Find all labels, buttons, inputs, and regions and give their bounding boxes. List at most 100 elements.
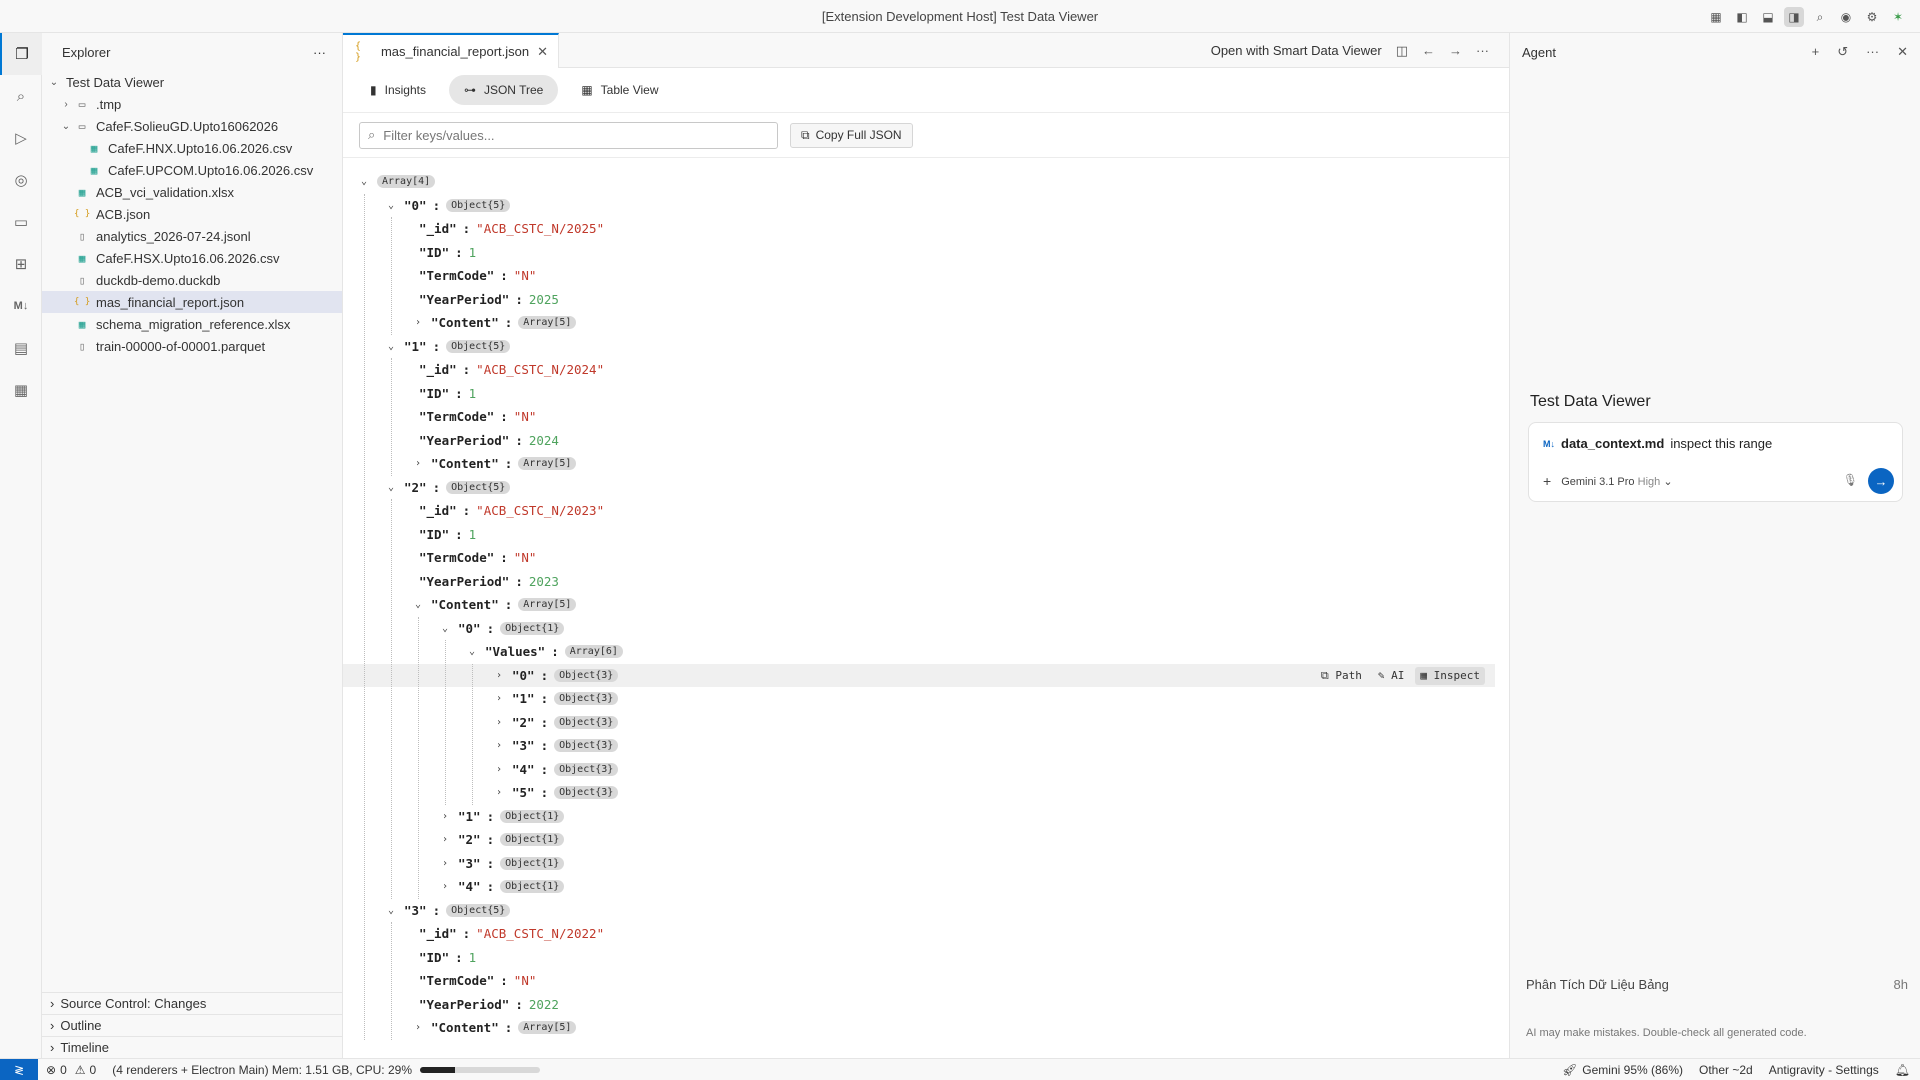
panel-bottom-icon[interactable]: ⬓	[1758, 7, 1778, 27]
chevron-right-icon[interactable]: ›	[492, 693, 506, 704]
markdown-icon[interactable]: M↓	[0, 285, 42, 327]
search-icon[interactable]: ⌕	[0, 75, 42, 117]
tree-file[interactable]: { } mas_financial_report.json	[42, 291, 342, 313]
tab-insights[interactable]: ▮ Insights	[355, 75, 441, 105]
chevron-down-icon[interactable]: ⌄	[384, 482, 398, 493]
more-actions-icon[interactable]: ···	[1476, 43, 1489, 58]
json-tree-row[interactable]: › "4": Object{1}	[343, 875, 1509, 899]
chevron-down-icon[interactable]: ⌄	[384, 200, 398, 211]
arrow-right-icon[interactable]: →	[1449, 43, 1462, 58]
tab-mas-financial-report[interactable]: { } mas_financial_report.json ✕	[343, 33, 559, 68]
json-tree-row[interactable]: ⌄ "3": Object{5}	[343, 899, 1509, 923]
chevron-right-icon[interactable]: ›	[411, 1022, 425, 1033]
layout-icon[interactable]: ▦	[1706, 7, 1726, 27]
json-tree-row[interactable]: › "2": Object{1}	[343, 828, 1509, 852]
json-tree-row[interactable]: ⌄ Array[4]	[343, 170, 1509, 194]
files-icon[interactable]: ❐	[0, 33, 42, 75]
remote-explorer-icon[interactable]: ▭	[0, 201, 42, 243]
tree-file[interactable]: ▦ CafeF.HNX.Upto16.06.2026.csv	[42, 137, 342, 159]
history-item[interactable]: Phân Tích Dữ Liệu Bảng 8h	[1526, 977, 1908, 992]
gemini-quota[interactable]: 🚀︎ Gemini 95% (86%)	[1562, 1063, 1683, 1077]
section-timeline[interactable]: › Timeline	[42, 1036, 342, 1058]
json-tree-row[interactable]: ⌄ "Values": Array[6]	[343, 640, 1509, 664]
open-with-smart-viewer[interactable]: Open with Smart Data Viewer	[1211, 43, 1382, 58]
chevron-right-icon[interactable]: ›	[492, 670, 506, 681]
section-source-control-changes[interactable]: › Source Control: Changes	[42, 992, 342, 1014]
plus-icon[interactable]: +	[1543, 473, 1551, 489]
json-tree-row[interactable]: › "Content": Array[5]	[343, 1016, 1509, 1040]
json-tree-row[interactable]: › "3": Object{1}	[343, 852, 1509, 876]
context-file-chip[interactable]: data_context.md	[1561, 436, 1664, 451]
settings-link[interactable]: Antigravity - Settings	[1769, 1063, 1879, 1077]
json-tree-row[interactable]: ⌄ "Content": Array[5]	[343, 593, 1509, 617]
bell-icon[interactable]: 🔔︎	[1895, 1063, 1910, 1077]
json-tree-row[interactable]: › "5": Object{3}	[343, 781, 1509, 805]
tab-table-view[interactable]: ▦ Table View	[566, 75, 673, 105]
tree-folder[interactable]: › ▭ .tmp	[42, 93, 342, 115]
more-actions-icon[interactable]: ···	[1866, 44, 1879, 60]
remote-indicator-icon[interactable]: ≷	[0, 1058, 38, 1080]
gear-icon[interactable]: ⚙	[1862, 7, 1882, 27]
send-button[interactable]: →	[1868, 468, 1894, 494]
copy-path-button[interactable]: ⧉ Path	[1316, 667, 1367, 685]
json-tree-row[interactable]: › "3": Object{3}	[343, 734, 1509, 758]
json-tree-row[interactable]: ⌄ "0": Object{5}	[343, 194, 1509, 218]
json-tree-row[interactable]: › "Content": Array[5]	[343, 311, 1509, 335]
split-editor-icon[interactable]: ◫	[1396, 43, 1408, 59]
section-outline[interactable]: › Outline	[42, 1014, 342, 1036]
chevron-right-icon[interactable]: ›	[438, 881, 452, 892]
chevron-down-icon[interactable]: ⌄	[357, 176, 371, 187]
more-actions-icon[interactable]: ···	[313, 45, 326, 60]
chevron-right-icon[interactable]: ›	[492, 787, 506, 798]
table-icon[interactable]: ▦	[0, 369, 42, 411]
microphone-icon[interactable]: 🎙︎	[1843, 473, 1858, 487]
sidebar-right-icon[interactable]: ◨	[1784, 7, 1804, 27]
tab-json-tree[interactable]: ⊶ JSON Tree	[448, 75, 559, 105]
sidebar-left-icon[interactable]: ◧	[1732, 7, 1752, 27]
chevron-down-icon[interactable]: ⌄	[438, 623, 452, 634]
tree-folder[interactable]: ⌄ ▭ CafeF.SolieuGD.Upto16062026	[42, 115, 342, 137]
filter-input[interactable]: ⌕ Filter keys/values...	[359, 121, 778, 149]
tree-file[interactable]: ▦ CafeF.HSX.Upto16.06.2026.csv	[42, 247, 342, 269]
remote-icon[interactable]: ◎	[0, 159, 42, 201]
chevron-right-icon[interactable]: ›	[438, 811, 452, 822]
json-tree-row[interactable]: › "1": Object{3}	[343, 687, 1509, 711]
tree-root[interactable]: ⌄ Test Data Viewer	[42, 71, 342, 93]
chevron-down-icon[interactable]: ⌄	[411, 599, 425, 610]
chevron-right-icon[interactable]: ›	[411, 317, 425, 328]
problems-indicator[interactable]: ⊗ 0 ⚠ 0	[46, 1063, 96, 1077]
close-icon[interactable]: ✕	[537, 44, 548, 60]
json-tree-row[interactable]: ⌄ "0": Object{1}	[343, 617, 1509, 641]
tree-file[interactable]: ▯ analytics_2026-07-24.jsonl	[42, 225, 342, 247]
ai-button[interactable]: ✎ AI	[1373, 667, 1410, 685]
agent-input-box[interactable]: M↓ data_context.md inspect this range + …	[1528, 422, 1903, 502]
book-icon[interactable]: ▤	[0, 327, 42, 369]
tree-file[interactable]: ▯ duckdb-demo.duckdb	[42, 269, 342, 291]
agent-icon[interactable]: ✶	[1888, 7, 1908, 27]
copy-full-json-button[interactable]: ⧉ Copy Full JSON	[790, 122, 913, 148]
json-tree-row[interactable]: ⌄ "2": Object{5}	[343, 476, 1509, 500]
inspect-button[interactable]: ▦ Inspect	[1415, 666, 1485, 685]
json-tree-row[interactable]: › "Content": Array[5]	[343, 452, 1509, 476]
arrow-left-icon[interactable]: ←	[1422, 43, 1435, 58]
run-debug-icon[interactable]: ▷	[0, 117, 42, 159]
prompt-text[interactable]: inspect this range	[1670, 436, 1772, 451]
chevron-right-icon[interactable]: ›	[438, 858, 452, 869]
json-tree-row[interactable]: › "4": Object{3}	[343, 758, 1509, 782]
json-tree-row[interactable]: › "2": Object{3}	[343, 711, 1509, 735]
chevron-down-icon[interactable]: ⌄	[384, 341, 398, 352]
chevron-right-icon[interactable]: ›	[492, 764, 506, 775]
chevron-right-icon[interactable]: ›	[492, 717, 506, 728]
extensions-icon[interactable]: ⊞	[0, 243, 42, 285]
chevron-right-icon[interactable]: ›	[492, 740, 506, 751]
plus-icon[interactable]: +	[1812, 44, 1820, 60]
chrome-icon[interactable]: ◉	[1836, 7, 1856, 27]
tree-file[interactable]: { } ACB.json	[42, 203, 342, 225]
chevron-down-icon[interactable]: ⌄	[465, 646, 479, 657]
json-tree-row[interactable]: ⌄ "1": Object{5}	[343, 335, 1509, 359]
json-tree-row[interactable]: › "1": Object{1}	[343, 805, 1509, 829]
history-icon[interactable]: ↺	[1837, 44, 1848, 60]
model-selector[interactable]: Gemini 3.1 Pro High ⌄	[1561, 475, 1672, 488]
tree-file[interactable]: ▦ schema_migration_reference.xlsx	[42, 313, 342, 335]
close-icon[interactable]: ✕	[1897, 44, 1908, 60]
